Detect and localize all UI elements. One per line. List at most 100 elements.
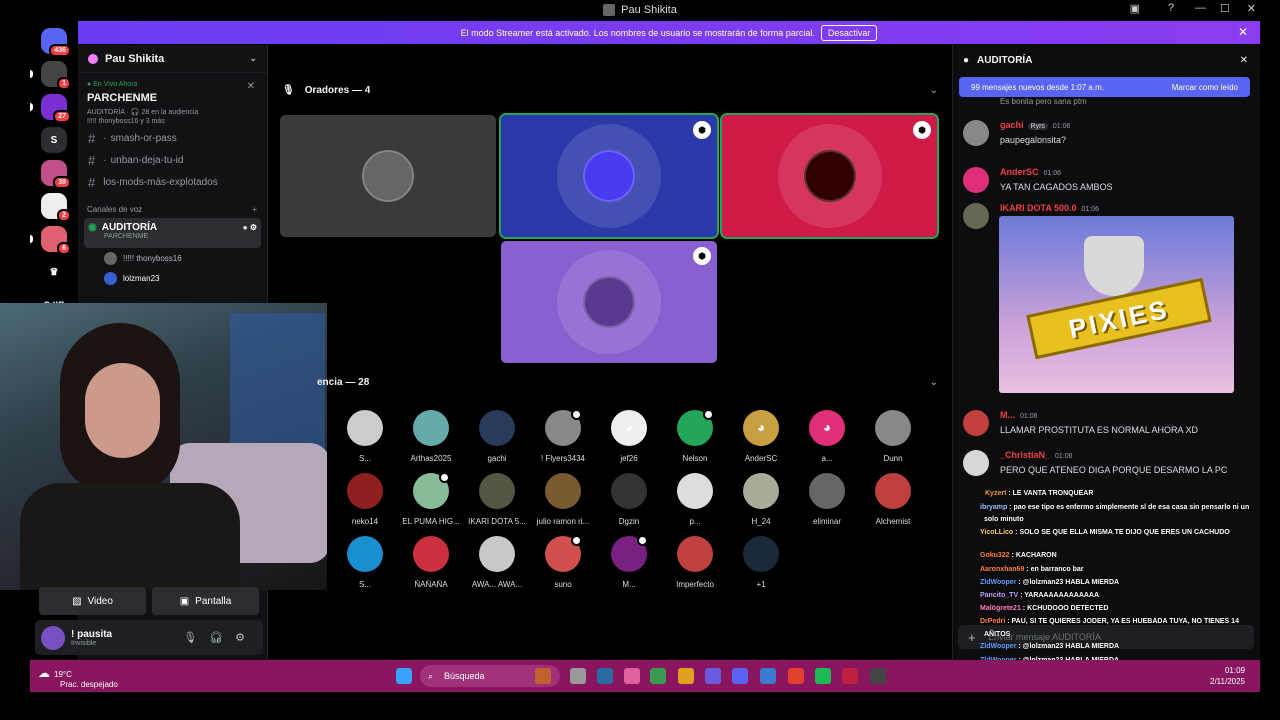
close-banner-icon[interactable]: ✕ xyxy=(1238,25,1248,39)
mic-headset-settings-icons[interactable]: 🎙︎🎧︎⚙ xyxy=(183,631,257,644)
live-stage-name[interactable]: PARCHENME xyxy=(87,92,258,104)
audience-member[interactable]: S... xyxy=(335,410,395,463)
clock[interactable]: 01:09 2/11/2025 xyxy=(1210,665,1245,687)
audience-member[interactable]: eliminar xyxy=(797,473,857,526)
chevron-down-icon[interactable]: ⌄ xyxy=(930,85,938,96)
audience-member[interactable]: Dunn xyxy=(863,410,923,463)
overlay-line: DrPedri : PAU, SI TE QUIERES JODER, YA E… xyxy=(980,618,1239,625)
taskbar-app-icon[interactable] xyxy=(760,668,776,684)
avatar[interactable] xyxy=(963,450,989,476)
audience-member[interactable]: ◕ jef26 xyxy=(599,410,659,463)
audience-member[interactable]: S... xyxy=(335,536,395,589)
unread-badge: 27 xyxy=(53,110,71,123)
audience-member[interactable]: gachi xyxy=(467,410,527,463)
server-icon[interactable]: 436 xyxy=(41,28,71,57)
audience-member[interactable]: Arthas2025 xyxy=(401,410,461,463)
audience-member[interactable]: julio ramon ri... xyxy=(533,473,593,526)
chevron-down-icon[interactable]: ⌄ xyxy=(249,53,257,64)
taskbar-app-icon[interactable] xyxy=(570,668,586,684)
speaker-tile[interactable]: ⬢ xyxy=(501,241,717,363)
audience-member[interactable]: neko14 xyxy=(335,473,395,526)
channel-0[interactable]: # · smash-or-pass xyxy=(78,127,267,149)
server-header[interactable]: Pau Shikita ⌄ xyxy=(78,45,267,73)
message-text: YA TAN CAGADOS AMBOS xyxy=(1000,182,1113,192)
avatar[interactable] xyxy=(963,410,989,436)
message-username[interactable]: M... 01:06 xyxy=(1000,410,1038,420)
audience-member[interactable]: Nelson xyxy=(665,409,725,463)
audience-member[interactable]: AWA... AWA... xyxy=(467,536,527,589)
chat-image[interactable]: PIXIES xyxy=(999,216,1234,393)
taskbar-app-icon[interactable] xyxy=(870,668,886,684)
start-icon[interactable] xyxy=(396,668,412,684)
audience-member[interactable]: ◕ AnderSC xyxy=(731,410,791,463)
audience-member[interactable]: ◕ a... xyxy=(797,410,857,463)
taskbar-app-icon[interactable] xyxy=(535,668,551,684)
server-icon[interactable]: 6 xyxy=(41,226,71,255)
speaker-tile[interactable]: ⬢ xyxy=(499,113,719,239)
voice-channel-auditoria[interactable]: ◉ AUDITORÍA ● ⚙ PARCHENME xyxy=(84,218,261,248)
taskbar-app-icon[interactable] xyxy=(705,668,721,684)
voice-user[interactable]: !!!!! thonyboss16 xyxy=(78,248,267,268)
avatar[interactable] xyxy=(963,120,989,146)
server-icon[interactable]: ♛ xyxy=(41,259,67,285)
close-button[interactable]: ✕ xyxy=(1247,2,1256,15)
message-username[interactable]: gachi Ryrs 01:06 xyxy=(1000,120,1070,130)
channel-1[interactable]: # · unban-deja-tu-id xyxy=(78,149,267,171)
close-icon[interactable]: ✕ xyxy=(247,81,255,92)
deactivate-button[interactable]: Desactivar xyxy=(820,24,878,41)
server-icon[interactable]: 27 xyxy=(41,94,71,123)
taskbar-app-icon[interactable] xyxy=(597,668,613,684)
new-messages-bar[interactable]: 99 mensajes nuevos desde 1:07 a.m. Marcar… xyxy=(959,77,1250,97)
avatar xyxy=(413,410,449,446)
taskbar-app-icon[interactable] xyxy=(842,668,858,684)
server-icon[interactable]: S xyxy=(41,127,67,153)
minimize-button[interactable]: — xyxy=(1195,2,1206,14)
inbox-icon[interactable]: ▣ xyxy=(1130,2,1140,15)
audience-member[interactable]: ÑAÑAÑA xyxy=(401,536,461,589)
speaker-tile[interactable]: ⬢ xyxy=(720,113,939,239)
audience-member[interactable]: IKARI DOTA 5... xyxy=(467,473,527,526)
chevron-down-icon[interactable]: ⌄ xyxy=(930,377,938,388)
channel-2[interactable]: # los-mods-más-explotados xyxy=(78,171,267,193)
taskbar-app-icon[interactable] xyxy=(650,668,666,684)
audience-member[interactable]: Alchemist xyxy=(863,473,923,526)
voice-category[interactable]: Canales de voz + xyxy=(87,205,267,214)
message-username[interactable]: AnderSC 01:06 xyxy=(1000,167,1061,177)
mark-read-button[interactable]: Marcar como leído xyxy=(1172,83,1238,92)
server-icon[interactable]: 2 xyxy=(41,193,71,222)
maximize-button[interactable]: ☐ xyxy=(1220,2,1230,15)
server-icon[interactable]: 1 xyxy=(41,61,71,90)
avatar[interactable] xyxy=(963,203,989,229)
audience-name: p... xyxy=(689,517,701,526)
taskbar-app-icon[interactable] xyxy=(788,668,804,684)
audience-member[interactable]: +1 xyxy=(731,536,791,589)
video-button[interactable]: ▨ Video xyxy=(39,587,146,615)
audience-member[interactable]: suno xyxy=(533,535,593,589)
audience-member[interactable]: Dgzin xyxy=(599,473,659,526)
taskbar-app-icon[interactable] xyxy=(815,668,831,684)
message-username[interactable]: IKARI DOTA 500.0 01:06 xyxy=(1000,203,1099,213)
taskbar-app-icon[interactable] xyxy=(678,668,694,684)
screen-share-button[interactable]: ▣ Pantalla xyxy=(152,587,259,615)
message-username[interactable]: _ChristiaN_ 01:06 xyxy=(1000,450,1073,460)
channel-actions-icon[interactable]: ● ⚙ xyxy=(243,223,257,232)
avatar[interactable] xyxy=(41,625,65,650)
close-chat-icon[interactable]: ✕ xyxy=(1240,55,1248,66)
audience-header[interactable]: encia — 28 xyxy=(317,377,369,388)
audience-member[interactable]: Imperfecto xyxy=(665,536,725,589)
audience-member[interactable]: M... xyxy=(599,535,659,589)
audience-member[interactable]: ! Flyers3434 xyxy=(533,409,593,463)
speaker-tile[interactable] xyxy=(280,115,496,237)
speakers-header[interactable]: 🎙︎ Oradores — 4 xyxy=(282,85,370,96)
server-icon[interactable]: 39 xyxy=(41,160,71,189)
help-icon[interactable]: ? xyxy=(1168,2,1174,14)
audience-member[interactable]: EL PUMA HIG... xyxy=(401,472,461,526)
taskbar-app-icon[interactable] xyxy=(732,668,748,684)
message-time: 01:06 xyxy=(1020,413,1038,420)
avatar[interactable] xyxy=(963,167,989,193)
audience-member[interactable]: H_24 xyxy=(731,473,791,526)
taskbar-app-icon[interactable] xyxy=(624,668,640,684)
voice-user[interactable]: lolzman23 xyxy=(78,268,267,288)
audience-member[interactable]: p... xyxy=(665,473,725,526)
weather-widget[interactable]: ☁ 19°C Prac. despejado xyxy=(38,666,118,689)
